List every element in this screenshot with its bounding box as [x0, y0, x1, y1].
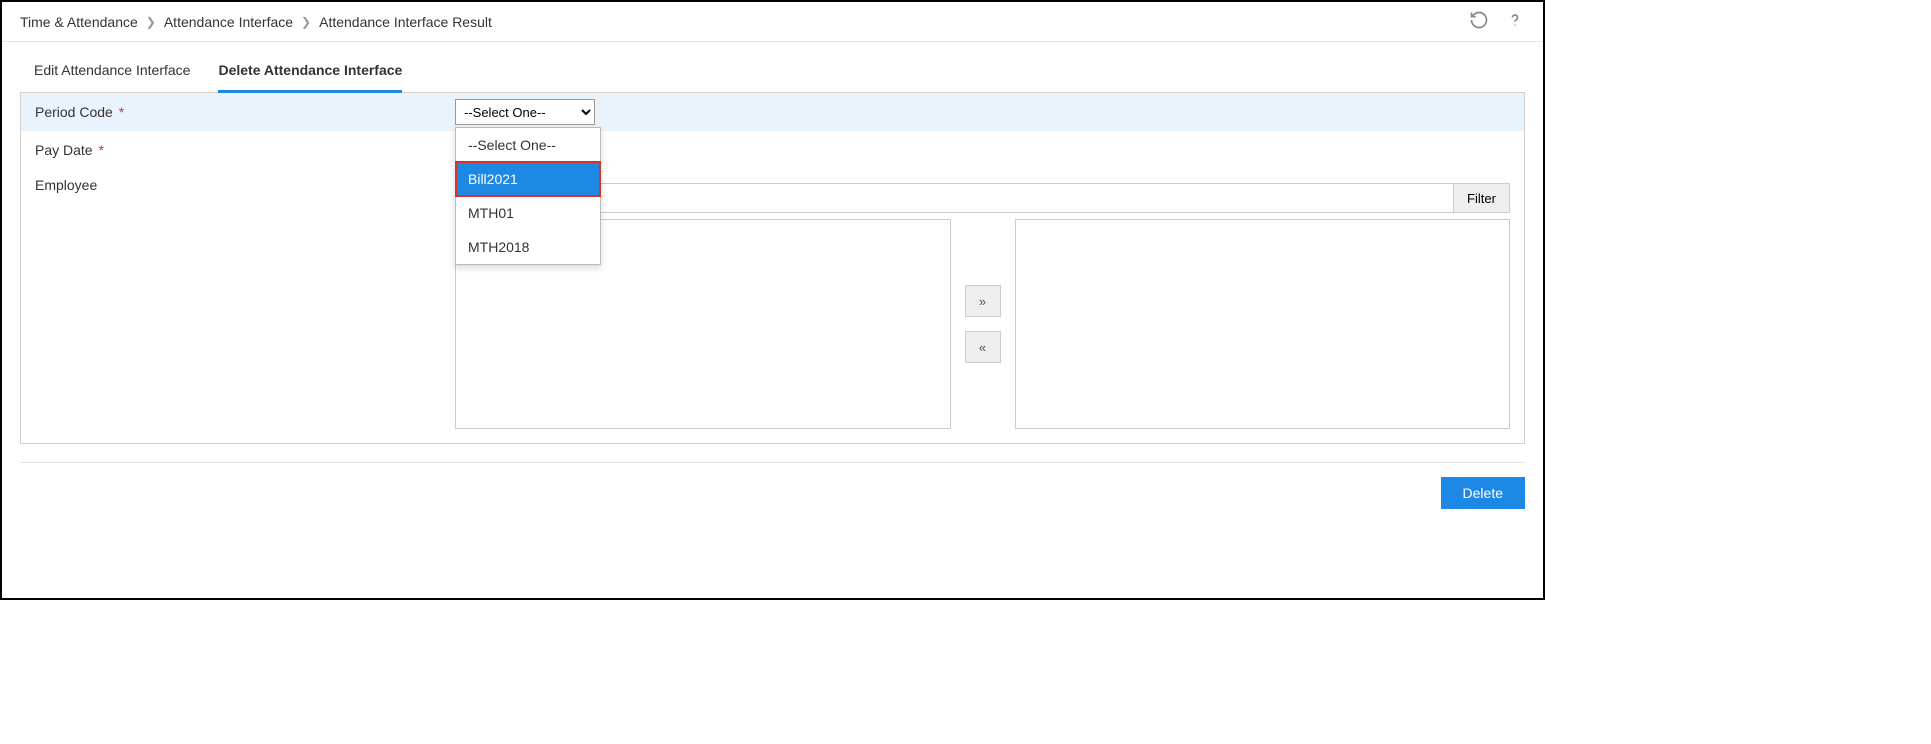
- tab-edit[interactable]: Edit Attendance Interface: [34, 62, 190, 93]
- help-icon[interactable]: [1505, 10, 1525, 33]
- row-employee: Employee Filter » «: [21, 169, 1524, 443]
- period-code-select[interactable]: --Select One--: [455, 99, 595, 125]
- scroll-spacer: [20, 509, 1525, 589]
- footer-actions: Delete: [20, 462, 1525, 509]
- breadcrumb-l3: Attendance Interface Result: [319, 14, 492, 30]
- period-code-select-wrap: --Select One-- --Select One-- Bill2021 M…: [455, 99, 595, 125]
- header-actions: [1469, 10, 1525, 33]
- refresh-icon[interactable]: [1469, 10, 1489, 33]
- breadcrumb-l2[interactable]: Attendance Interface: [164, 14, 293, 30]
- label-employee-text: Employee: [35, 177, 97, 193]
- dropdown-option-bill2021[interactable]: Bill2021: [456, 162, 600, 196]
- move-right-button[interactable]: »: [965, 285, 1001, 317]
- row-pay-date: Pay Date *: [21, 131, 1524, 169]
- required-asterisk: *: [119, 104, 124, 120]
- required-asterisk: *: [98, 142, 103, 158]
- header-bar: Time & Attendance ❯ Attendance Interface…: [2, 2, 1543, 42]
- label-pay-date-text: Pay Date: [35, 142, 93, 158]
- app-window: Time & Attendance ❯ Attendance Interface…: [0, 0, 1545, 600]
- employee-filter-input[interactable]: [455, 183, 1454, 213]
- employee-picker-area: Filter » «: [455, 175, 1510, 429]
- chevron-right-icon: ❯: [146, 15, 156, 29]
- chevron-right-icon: ❯: [301, 15, 311, 29]
- tab-bar: Edit Attendance Interface Delete Attenda…: [20, 48, 1525, 93]
- employee-selected-list[interactable]: [1015, 219, 1511, 429]
- content-area[interactable]: Edit Attendance Interface Delete Attenda…: [2, 48, 1543, 598]
- breadcrumb: Time & Attendance ❯ Attendance Interface…: [20, 14, 492, 30]
- breadcrumb-l1[interactable]: Time & Attendance: [20, 14, 138, 30]
- tab-delete[interactable]: Delete Attendance Interface: [218, 62, 402, 93]
- label-period-code-text: Period Code: [35, 104, 113, 120]
- employee-dual-list: » «: [455, 219, 1510, 429]
- dropdown-option-mth01[interactable]: MTH01: [456, 196, 600, 230]
- label-employee: Employee: [35, 175, 455, 193]
- dropdown-option-mth2018[interactable]: MTH2018: [456, 230, 600, 264]
- row-period-code: Period Code * --Select One-- --Select On…: [21, 93, 1524, 131]
- employee-filter-row: Filter: [455, 183, 1510, 213]
- employee-move-controls: » «: [965, 285, 1001, 363]
- label-pay-date: Pay Date *: [35, 142, 455, 158]
- filter-button[interactable]: Filter: [1454, 183, 1510, 213]
- label-period-code: Period Code *: [35, 104, 455, 120]
- delete-button[interactable]: Delete: [1441, 477, 1525, 509]
- form-panel: Period Code * --Select One-- --Select On…: [20, 92, 1525, 444]
- move-left-button[interactable]: «: [965, 331, 1001, 363]
- period-code-dropdown: --Select One-- Bill2021 MTH01 MTH2018: [455, 127, 601, 265]
- dropdown-option-placeholder[interactable]: --Select One--: [456, 128, 600, 162]
